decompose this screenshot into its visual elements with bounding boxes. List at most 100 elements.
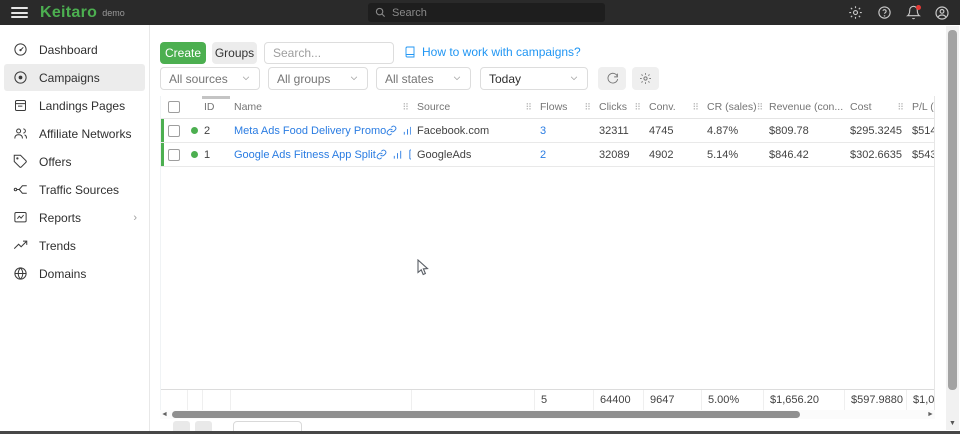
flows-link[interactable]: 3: [540, 125, 546, 137]
select-all-checkbox[interactable]: [168, 101, 180, 113]
clicks-cell: 32311: [593, 125, 643, 137]
drag-handle-icon[interactable]: ⠿: [897, 102, 906, 113]
create-button[interactable]: Create: [160, 42, 206, 64]
campaign-name-link[interactable]: Google Ads Fitness App Split: [234, 149, 376, 161]
row-checkbox[interactable]: [168, 125, 180, 137]
scroll-down-arrow-icon[interactable]: ▼: [946, 420, 959, 427]
column-header-revenue[interactable]: Revenue (con...⠿: [763, 101, 844, 113]
revenue-cell: $846.42: [763, 149, 844, 161]
total-clicks: 64400: [593, 390, 643, 410]
filter-all-states[interactable]: All states: [376, 67, 471, 90]
drag-handle-icon[interactable]: ⠿: [692, 102, 701, 113]
user-icon[interactable]: [934, 5, 950, 21]
globe-icon: [12, 266, 28, 282]
groups-button[interactable]: Groups: [212, 42, 257, 64]
column-header-pl[interactable]: P/L (: [906, 101, 934, 113]
scroll-left-arrow-icon[interactable]: ◄: [160, 410, 169, 419]
status-active-dot: [191, 151, 198, 158]
pagination-prev-button[interactable]: [173, 421, 190, 431]
drag-handle-icon[interactable]: ⠿: [402, 102, 411, 113]
help-icon[interactable]: [876, 5, 892, 21]
help-campaigns-link[interactable]: How to work with campaigns?: [404, 45, 581, 59]
drag-handle-icon[interactable]: ⠿: [584, 102, 593, 113]
sidebar-item-affiliate-networks[interactable]: Affiliate Networks: [4, 120, 145, 147]
table-row[interactable]: 2 Meta Ads Food Delivery Promo ••• Faceb…: [161, 119, 934, 143]
column-header-clicks[interactable]: Clicks⠿: [593, 101, 643, 113]
bell-icon[interactable]: [905, 5, 921, 21]
filter-all-sources[interactable]: All sources: [160, 67, 260, 90]
table-settings-button[interactable]: [632, 67, 659, 90]
campaigns-table: ID Name⠿ Source⠿ Flows⠿ Clicks⠿ Conv.⠿ C…: [160, 96, 935, 410]
sidebar-item-campaigns[interactable]: Campaigns: [4, 64, 145, 91]
filter-date-range[interactable]: Today: [480, 67, 588, 90]
horizontal-scrollbar-thumb[interactable]: [172, 411, 800, 418]
table-row[interactable]: 1 Google Ads Fitness App Split ••• Googl…: [161, 143, 934, 167]
source-cell: GoogleAds: [411, 149, 534, 161]
chart-icon[interactable]: [392, 149, 403, 160]
horizontal-scrollbar[interactable]: ◄ ►: [160, 410, 935, 419]
pl-cell: $543: [906, 149, 934, 161]
pagination-next-button[interactable]: [195, 421, 212, 431]
filter-all-groups[interactable]: All groups: [268, 67, 368, 90]
sidebar-item-domains[interactable]: Domains: [4, 260, 145, 287]
trending-up-icon: [12, 238, 28, 254]
cr-cell: 4.87%: [701, 125, 763, 137]
column-header-source[interactable]: Source⠿: [411, 101, 534, 113]
pagination-bar: [160, 419, 940, 431]
global-search[interactable]: [368, 3, 605, 22]
search-icon: [375, 7, 386, 18]
dashboard-gauge-icon: [12, 42, 28, 58]
column-header-id[interactable]: ID: [202, 101, 230, 113]
drag-handle-icon[interactable]: ⠿: [634, 102, 643, 113]
hamburger-menu-icon[interactable]: [11, 7, 28, 18]
vertical-scrollbar[interactable]: ▼: [946, 26, 959, 430]
flows-link[interactable]: 2: [540, 149, 546, 161]
table-empty-area: [161, 167, 934, 389]
conv-cell: 4902: [643, 149, 701, 161]
total-revenue: $1,656.20: [763, 390, 844, 410]
refresh-button[interactable]: [598, 67, 626, 90]
vertical-scrollbar-thumb[interactable]: [948, 30, 957, 390]
row-actions: •••: [386, 125, 411, 136]
sidebar-item-traffic-sources[interactable]: Traffic Sources: [4, 176, 145, 203]
campaign-name-link[interactable]: Meta Ads Food Delivery Promo: [234, 125, 386, 137]
chart-icon[interactable]: [402, 125, 411, 136]
scroll-right-arrow-icon[interactable]: ►: [926, 410, 935, 419]
column-header-flows[interactable]: Flows⠿: [534, 101, 593, 113]
column-header-conv[interactable]: Conv.⠿: [643, 101, 701, 113]
chevron-right-icon: ›: [133, 212, 137, 224]
total-cost: $597.9880: [844, 390, 906, 410]
pl-cell: $514: [906, 125, 934, 137]
chevron-down-icon: [569, 72, 579, 86]
sidebar-item-dashboard[interactable]: Dashboard: [4, 36, 145, 63]
cost-cell: $295.3245: [844, 125, 906, 137]
logo-demo-label: demo: [102, 8, 125, 18]
sidebar-item-reports[interactable]: Reports ›: [4, 204, 145, 231]
tag-icon: [12, 154, 28, 170]
column-header-cost[interactable]: Cost⠿: [844, 101, 906, 113]
column-scroll-indicator: [202, 96, 230, 99]
column-header-cr-sales[interactable]: CR (sales)⠿: [701, 101, 763, 113]
app-logo: Keitaro: [40, 4, 97, 22]
global-search-input[interactable]: [392, 7, 598, 19]
link-icon[interactable]: [386, 125, 397, 136]
total-conv: 9647: [643, 390, 701, 410]
sidebar-item-landings-pages[interactable]: Landings Pages: [4, 92, 145, 119]
link-icon[interactable]: [376, 149, 387, 160]
sidebar-item-trends[interactable]: Trends: [4, 232, 145, 259]
topbar: Keitaro demo: [0, 0, 960, 25]
gear-icon: [639, 72, 652, 85]
users-icon: [12, 126, 28, 142]
gear-icon[interactable]: [847, 5, 863, 21]
sidebar-item-offers[interactable]: Offers: [4, 148, 145, 175]
page-icon: [12, 98, 28, 114]
chevron-down-icon: [452, 72, 462, 86]
column-header-name[interactable]: Name⠿: [230, 101, 411, 113]
sidebar: Dashboard Campaigns Landings Pages Affil…: [0, 25, 150, 431]
per-page-select[interactable]: [233, 421, 302, 431]
row-checkbox[interactable]: [168, 149, 180, 161]
conv-cell: 4745: [643, 125, 701, 137]
campaign-search-input[interactable]: [264, 42, 394, 64]
drag-handle-icon[interactable]: ⠿: [525, 102, 534, 113]
chevron-down-icon: [241, 72, 251, 86]
